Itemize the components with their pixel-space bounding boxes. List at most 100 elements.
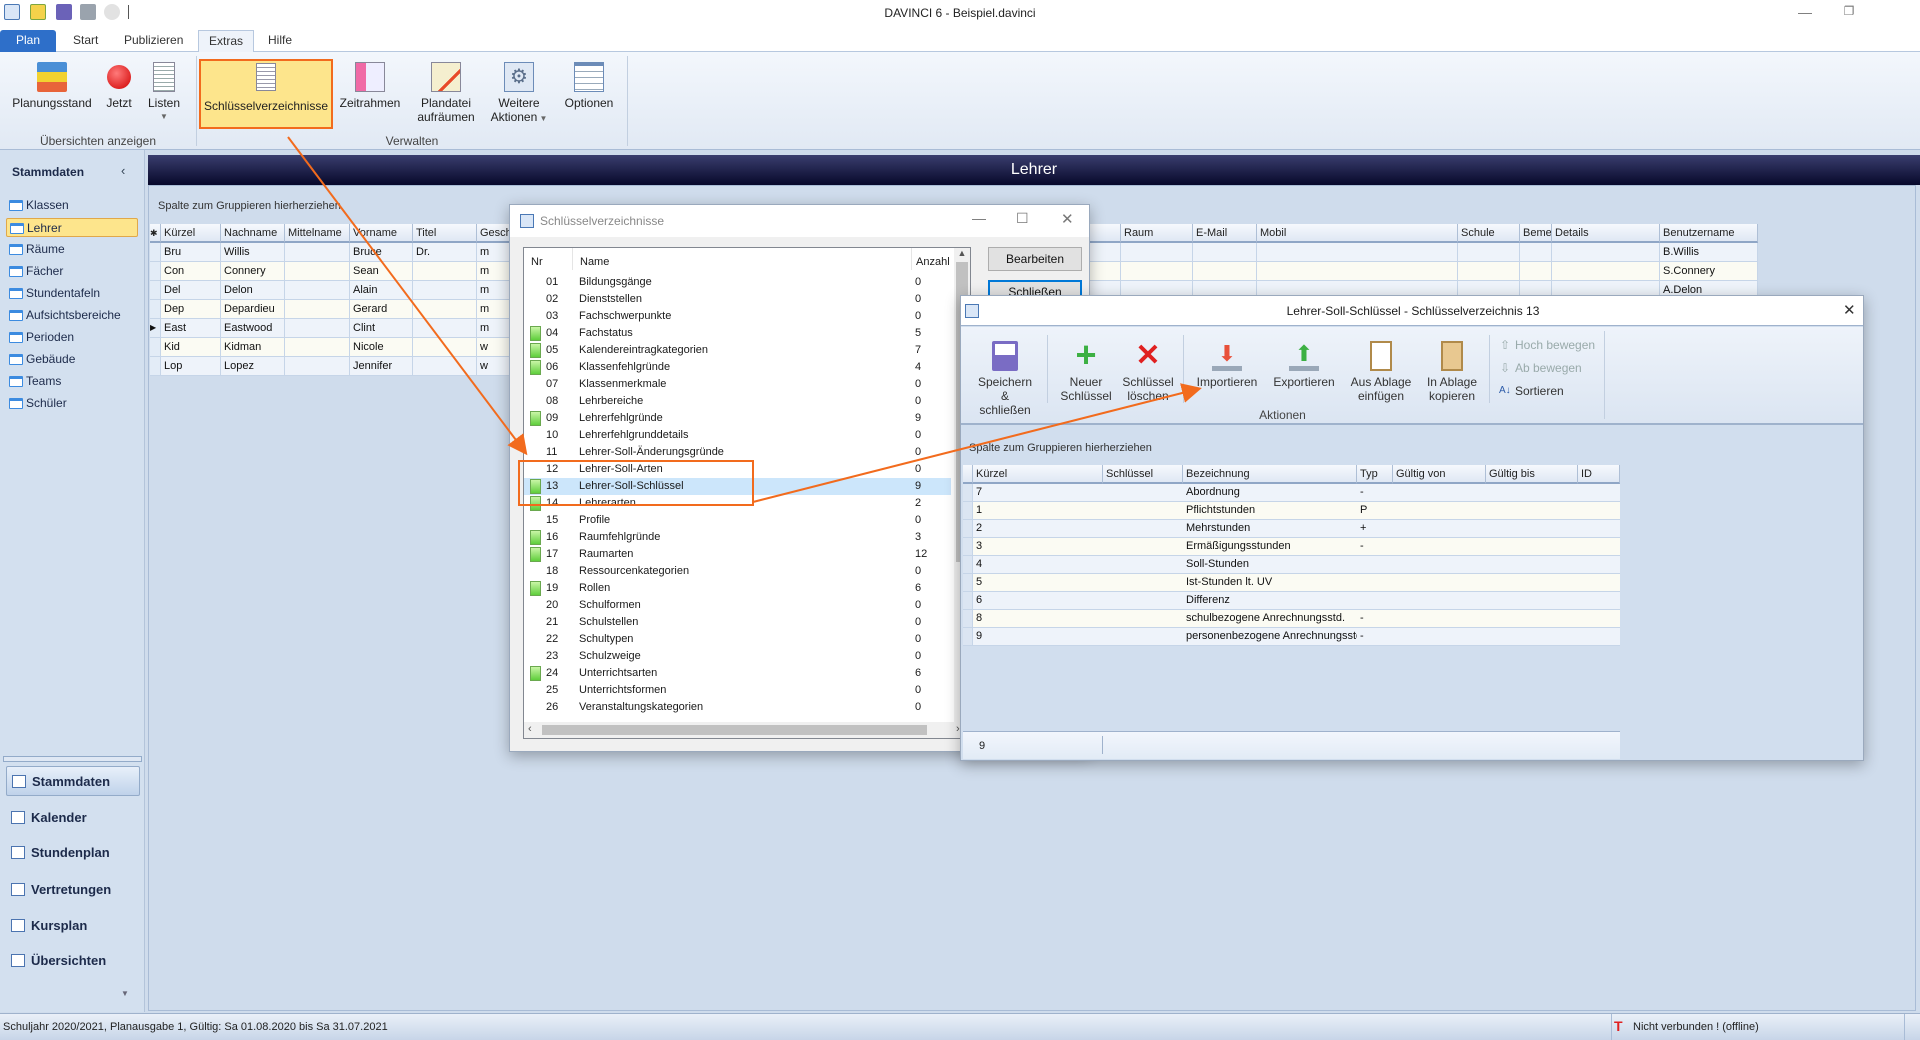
nav-übersichten[interactable]: Übersichten	[6, 946, 140, 976]
grid-cell[interactable]	[1393, 520, 1486, 538]
save-close-button[interactable]: Speichern & schließen	[975, 341, 1035, 417]
grid-cell[interactable]	[1257, 262, 1458, 281]
grid-cell[interactable]	[1552, 262, 1660, 281]
grid-cell[interactable]	[1103, 628, 1183, 646]
column-header-schlüssel[interactable]: Schlüssel	[1103, 465, 1183, 484]
grid-cell[interactable]	[1578, 484, 1620, 502]
grid-cell[interactable]	[285, 281, 350, 300]
column-header-count[interactable]: Anzahl	[916, 256, 950, 268]
grid-cell[interactable]	[1393, 628, 1486, 646]
current-row-indicator[interactable]: ▶	[150, 319, 161, 338]
tab-plan[interactable]: Plan	[0, 30, 56, 52]
grid-cell[interactable]: Clint	[350, 319, 413, 338]
column-header-schule[interactable]: Schule	[1458, 224, 1520, 243]
grid-cell[interactable]: 3	[973, 538, 1103, 556]
list-item[interactable]: 04 Fachstatus 5	[524, 325, 951, 342]
sidebar-item-schüler[interactable]: Schüler	[6, 394, 138, 413]
list-item[interactable]: 09 Lehrerfehlgründe 9	[524, 410, 951, 427]
restore-button[interactable]: ❐	[1834, 4, 1864, 18]
grid-cell[interactable]	[1103, 574, 1183, 592]
grid-cell[interactable]	[1520, 262, 1552, 281]
grid-cell[interactable]	[1578, 520, 1620, 538]
nav-vertretungen[interactable]: Vertretungen	[6, 875, 140, 905]
list-item[interactable]: 06 Klassenfehlgründe 4	[524, 359, 951, 376]
grid-cell[interactable]	[1552, 243, 1660, 262]
list-item[interactable]: 19 Rollen 6	[524, 580, 951, 597]
grid-cell[interactable]: Depardieu	[221, 300, 285, 319]
import-button[interactable]: ⬇ Importieren	[1195, 341, 1259, 389]
jetzt-button[interactable]: Jetzt	[99, 56, 139, 128]
move-down-button[interactable]: ⇩ Ab bewegen	[1497, 359, 1582, 377]
list-item[interactable]: 22 Schultypen 0	[524, 631, 951, 648]
grid-cell[interactable]	[413, 319, 477, 338]
grid-cell[interactable]: +	[1357, 520, 1393, 538]
row-indicator[interactable]	[150, 281, 161, 300]
column-header-id[interactable]: ID	[1578, 465, 1620, 484]
grid-cell[interactable]: 9	[973, 628, 1103, 646]
listen-button[interactable]: Listen ▼	[144, 56, 184, 128]
grid-cell[interactable]	[1357, 592, 1393, 610]
row-indicator[interactable]	[963, 538, 973, 556]
grid-cell[interactable]: Delon	[221, 281, 285, 300]
move-up-button[interactable]: ⇧ Hoch bewegen	[1497, 336, 1595, 354]
list-item[interactable]: 02 Dienststellen 0	[524, 291, 951, 308]
grid-cell[interactable]	[413, 357, 477, 376]
sidebar-item-stundentafeln[interactable]: Stundentafeln	[6, 284, 138, 303]
grid-cell[interactable]	[1393, 502, 1486, 520]
grid-cell[interactable]: Lop	[161, 357, 221, 376]
column-header-mobil[interactable]: Mobil	[1257, 224, 1458, 243]
grid-cell[interactable]: -	[1357, 628, 1393, 646]
grid-cell[interactable]: Con	[161, 262, 221, 281]
row-indicator[interactable]	[150, 357, 161, 376]
grid-cell[interactable]	[1520, 243, 1552, 262]
sidebar-item-perioden[interactable]: Perioden	[6, 328, 138, 347]
export-button[interactable]: ⬆ Exportieren	[1271, 341, 1337, 389]
row-indicator[interactable]	[963, 556, 973, 574]
sidebar-item-gebäude[interactable]: Gebäude	[6, 350, 138, 369]
grid-cell[interactable]: Mehrstunden	[1183, 520, 1357, 538]
column-header-typ[interactable]: Typ	[1357, 465, 1393, 484]
grid-cell[interactable]: P	[1357, 502, 1393, 520]
sidebar-item-klassen[interactable]: Klassen	[6, 196, 138, 215]
column-header-e-mail[interactable]: E-Mail	[1193, 224, 1257, 243]
grid-cell[interactable]: -	[1357, 610, 1393, 628]
tab-extras[interactable]: Extras	[198, 30, 255, 53]
grid-cell[interactable]	[1486, 592, 1578, 610]
list-item[interactable]: 16 Raumfehlgründe 3	[524, 529, 951, 546]
nav-kalender[interactable]: Kalender	[6, 803, 140, 833]
grid-cell[interactable]	[413, 262, 477, 281]
list-item[interactable]: 20 Schulformen 0	[524, 597, 951, 614]
grid-cell[interactable]	[1121, 262, 1193, 281]
grid-cell[interactable]	[1578, 556, 1620, 574]
list-item[interactable]: 21 Schulstellen 0	[524, 614, 951, 631]
grid-cell[interactable]: Bruce	[350, 243, 413, 262]
row-indicator[interactable]	[150, 338, 161, 357]
grid-cell[interactable]	[1193, 243, 1257, 262]
grid-cell[interactable]: -	[1357, 484, 1393, 502]
row-indicator[interactable]	[963, 592, 973, 610]
grid-cell[interactable]	[1578, 610, 1620, 628]
minimize-button[interactable]: —	[972, 210, 986, 226]
grid-cell[interactable]	[1103, 484, 1183, 502]
list-item[interactable]: 03 Fachschwerpunkte 0	[524, 308, 951, 325]
grid-cell[interactable]	[1103, 556, 1183, 574]
grid-cell[interactable]	[413, 338, 477, 357]
list-item[interactable]: 25 Unterrichtsformen 0	[524, 682, 951, 699]
list-item[interactable]: 15 Profile 0	[524, 512, 951, 529]
list-item[interactable]: 26 Veranstaltungskategorien 0	[524, 699, 951, 716]
grid-cell[interactable]: Bru	[161, 243, 221, 262]
grid-cell[interactable]: Kid	[161, 338, 221, 357]
grid-cell[interactable]: Dep	[161, 300, 221, 319]
splitter[interactable]	[3, 756, 142, 762]
grid-cell[interactable]: 5	[973, 574, 1103, 592]
grid-cell[interactable]: Differenz	[1183, 592, 1357, 610]
column-header-beme[interactable]: Beme	[1520, 224, 1552, 243]
horizontal-scrollbar[interactable]: ‹ ›	[524, 722, 970, 738]
row-indicator[interactable]	[963, 484, 973, 502]
grid-cell[interactable]: Lopez	[221, 357, 285, 376]
grid-cell[interactable]	[1393, 538, 1486, 556]
list-item[interactable]: 07 Klassenmerkmale 0	[524, 376, 951, 393]
grid-cell[interactable]	[285, 262, 350, 281]
tab-publizieren[interactable]: Publizieren	[114, 30, 193, 52]
grid-cell[interactable]: 7	[973, 484, 1103, 502]
